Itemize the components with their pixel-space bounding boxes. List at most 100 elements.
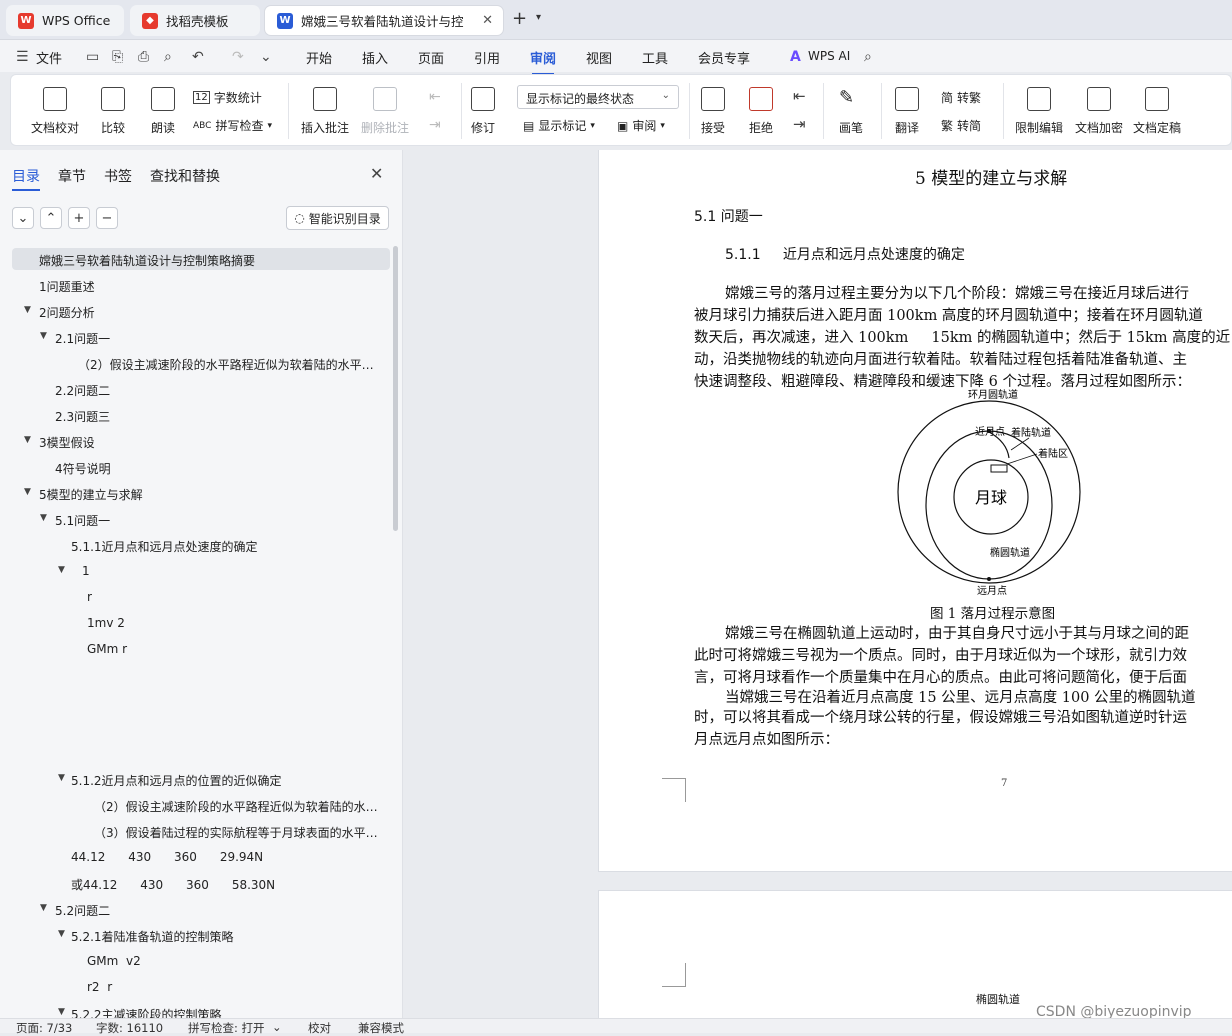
toc-item[interactable]: 5模型的建立与求解 bbox=[39, 482, 379, 504]
markup-state-select[interactable]: 显示标记的最终状态 ⌄ bbox=[517, 85, 679, 109]
toc-item[interactable]: 2问题分析 bbox=[39, 300, 379, 322]
new-tab-icon[interactable]: + bbox=[512, 8, 527, 29]
toc-item[interactable]: 5.2问题二 bbox=[55, 898, 375, 920]
delete-comment-button[interactable]: 删除批注 bbox=[361, 87, 409, 136]
chevron-down-icon[interactable]: ▼ bbox=[58, 773, 65, 783]
chevron-down-icon[interactable]: ▼ bbox=[58, 1007, 65, 1017]
menu-file[interactable]: 文件 bbox=[36, 48, 62, 67]
chevron-down-icon[interactable]: ▼ bbox=[24, 305, 31, 315]
show-markup-button[interactable]: ▤ 显示标记 ▾ bbox=[523, 117, 595, 134]
hamburger-icon[interactable]: ☰ bbox=[16, 49, 29, 65]
close-icon[interactable]: ✕ bbox=[370, 164, 383, 183]
remove-heading-button[interactable]: − bbox=[96, 207, 118, 229]
nav-tab-toc[interactable]: 目录 bbox=[12, 166, 40, 191]
toc-item[interactable]: 或44.12 430 360 58.30N bbox=[71, 872, 381, 894]
redo-icon[interactable]: ↷ bbox=[232, 49, 244, 65]
read-aloud-button[interactable]: 朗读 bbox=[151, 87, 175, 136]
next-revision-icon[interactable]: ⇥ bbox=[793, 115, 806, 133]
toc-item[interactable]: 5.2.2主减速阶段的控制策略 bbox=[71, 1002, 381, 1018]
nav-tab-find-replace[interactable]: 查找和替换 bbox=[150, 166, 220, 186]
chevron-down-icon[interactable]: ⌄ bbox=[272, 1020, 282, 1034]
to-simplified-button[interactable]: 繁 转简 bbox=[941, 117, 981, 134]
toc-item[interactable]: 2.3问题三 bbox=[55, 404, 375, 426]
toc-item[interactable]: 5.2.1着陆准备轨道的控制策略 bbox=[71, 924, 381, 946]
review-pane-button[interactable]: ▣ 审阅 ▾ bbox=[617, 117, 665, 134]
tab-wps-office[interactable]: W WPS Office bbox=[6, 5, 124, 36]
reject-button[interactable]: 拒绝 bbox=[749, 87, 773, 136]
toc-item[interactable]: 3模型假设 bbox=[39, 430, 379, 452]
nav-tab-bookmarks[interactable]: 书签 bbox=[104, 166, 132, 186]
toc-item[interactable]: （3）假设着陆过程的实际航程等于月球表面的水平路 ... bbox=[94, 820, 386, 842]
status-spell-check[interactable]: 拼写检查: 打开 bbox=[188, 1020, 265, 1036]
status-word-count[interactable]: 字数: 16110 bbox=[96, 1020, 163, 1036]
next-comment-icon[interactable]: ⇥ bbox=[429, 117, 441, 133]
prev-revision-icon[interactable]: ⇤ bbox=[793, 87, 806, 105]
toc-item[interactable]: （2）假设主减速阶段的水平路程近似为软着陆的水平 ... bbox=[94, 794, 386, 816]
undo-icon[interactable]: ↶ bbox=[192, 49, 204, 65]
toc-item[interactable]: r2 r bbox=[87, 976, 377, 998]
chevron-down-icon[interactable]: ▾ bbox=[536, 12, 541, 23]
toc-item[interactable]: r bbox=[87, 586, 377, 608]
toc-item[interactable]: GMm r bbox=[87, 638, 377, 660]
nav-tab-chapters[interactable]: 章节 bbox=[58, 166, 86, 186]
insert-comment-button[interactable]: 插入批注 bbox=[301, 87, 349, 136]
toc-item[interactable]: 2.1问题一 bbox=[55, 326, 375, 348]
expand-down-button[interactable]: ⌄ bbox=[12, 207, 34, 229]
close-tab-icon[interactable]: ✕ bbox=[482, 13, 493, 28]
revise-button[interactable]: 修订 bbox=[471, 87, 495, 136]
chevron-down-icon[interactable]: ▼ bbox=[40, 331, 47, 341]
print-preview-icon[interactable]: ⌕ bbox=[164, 49, 172, 65]
toc-item[interactable]: 嫦娥三号软着陆轨道设计与控制策略摘要 bbox=[12, 248, 390, 270]
save-icon[interactable]: ▭ bbox=[86, 49, 99, 65]
print-icon[interactable]: ⎙ bbox=[138, 49, 149, 65]
toc-item[interactable]: 5.1.1近月点和远月点处速度的确定 bbox=[71, 534, 381, 556]
toc-item[interactable]: 5.1问题一 bbox=[55, 508, 375, 530]
encrypt-button[interactable]: 文档加密 bbox=[1075, 87, 1123, 136]
chevron-down-icon[interactable]: ▼ bbox=[40, 903, 47, 913]
status-proof[interactable]: 校对 bbox=[308, 1020, 331, 1036]
chevron-down-icon[interactable]: ▼ bbox=[58, 929, 65, 939]
menu-reference[interactable]: 引用 bbox=[474, 48, 500, 67]
to-traditional-button[interactable]: 简 转繁 bbox=[941, 89, 981, 106]
document-page[interactable]: 5 模型的建立与求解 5.1 问题一 5.1.1 近月点和远月点处速度的确定 嫦… bbox=[598, 150, 1232, 872]
toc-item[interactable]: 5.1.2近月点和远月点的位置的近似确定 bbox=[71, 768, 381, 790]
spell-check-button[interactable]: ABC 拼写检查 ▾ bbox=[193, 117, 272, 134]
restrict-edit-button[interactable]: 限制编辑 bbox=[1015, 87, 1063, 136]
accept-button[interactable]: 接受 bbox=[701, 87, 725, 136]
collapse-up-button[interactable]: ⌃ bbox=[40, 207, 62, 229]
toc-item[interactable]: 1 bbox=[82, 560, 382, 582]
chevron-down-icon[interactable]: ▼ bbox=[58, 565, 65, 575]
menu-view[interactable]: 视图 bbox=[586, 48, 612, 67]
menu-tools[interactable]: 工具 bbox=[642, 48, 668, 67]
finalize-button[interactable]: 文档定稿 bbox=[1133, 87, 1181, 136]
toc-scrollbar[interactable] bbox=[393, 246, 398, 531]
chevron-down-icon[interactable]: ▼ bbox=[40, 513, 47, 523]
pen-button[interactable]: ✎ 画笔 bbox=[839, 87, 863, 136]
chevron-down-icon[interactable]: ▼ bbox=[24, 487, 31, 497]
toc-item[interactable]: 44.12 430 360 29.94N bbox=[71, 846, 381, 868]
toc-item[interactable]: GMm v2 bbox=[87, 950, 377, 972]
compare-button[interactable]: 比较 bbox=[101, 87, 125, 136]
menu-review[interactable]: 审阅 bbox=[530, 48, 556, 75]
toc-item[interactable]: 1mv 2 bbox=[87, 612, 377, 634]
add-heading-button[interactable]: + bbox=[68, 207, 90, 229]
chevron-down-icon[interactable]: ⌄ bbox=[260, 49, 272, 65]
smart-toc-button[interactable]: ◌ 智能识别目录 bbox=[286, 206, 389, 230]
toc-item[interactable]: （2）假设主减速阶段的水平路程近似为软着陆的水平路 ... bbox=[78, 352, 384, 374]
toc-item[interactable]: 4符号说明 bbox=[55, 456, 375, 478]
menu-page[interactable]: 页面 bbox=[418, 48, 444, 67]
tab-document[interactable]: W 嫦娥三号软着陆轨道设计与控 ✕ bbox=[264, 5, 504, 36]
tab-docer[interactable]: ◆ 找稻壳模板 bbox=[130, 5, 260, 36]
document-page[interactable]: 椭圆轨道 bbox=[598, 890, 1232, 1018]
menu-home[interactable]: 开始 bbox=[306, 48, 332, 67]
toc-item[interactable]: 1问题重述 bbox=[39, 274, 379, 296]
export-icon[interactable]: ⎘ bbox=[112, 49, 123, 65]
menu-wps-ai[interactable]: WPS AI bbox=[808, 49, 850, 63]
search-icon[interactable]: ⌕ bbox=[864, 49, 872, 65]
menu-insert[interactable]: 插入 bbox=[362, 48, 388, 67]
toc-item[interactable]: 2.2问题二 bbox=[55, 378, 375, 400]
menu-member[interactable]: 会员专享 bbox=[698, 48, 750, 67]
chevron-down-icon[interactable]: ▼ bbox=[24, 435, 31, 445]
word-count-button[interactable]: 12 字数统计 bbox=[193, 89, 262, 106]
status-page[interactable]: 页面: 7/33 bbox=[16, 1020, 72, 1036]
